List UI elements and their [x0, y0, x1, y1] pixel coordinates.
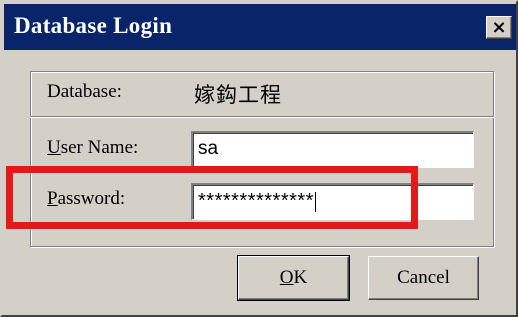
ok-accelerator: O — [279, 267, 294, 288]
database-login-dialog: Database Login × Database: 嫁鈎工程 User Nam… — [0, 0, 518, 317]
ok-label-text: K — [293, 267, 308, 288]
password-highlight-box — [6, 166, 418, 229]
cancel-button[interactable]: Cancel — [368, 256, 479, 300]
username-label-text: ser Name: — [60, 137, 139, 158]
username-field[interactable]: sa — [191, 131, 474, 168]
database-value: 嫁鈎工程 — [194, 83, 282, 107]
window-title: Database Login — [14, 13, 173, 38]
title-bar[interactable]: Database Login × — [4, 4, 516, 50]
close-icon: × — [491, 17, 507, 38]
database-label: Database: — [47, 81, 122, 102]
username-label: User Name: — [47, 137, 138, 159]
username-accelerator: U — [47, 137, 61, 158]
ok-button[interactable]: OK — [237, 255, 350, 301]
close-button[interactable]: × — [486, 16, 512, 39]
group-divider — [30, 116, 494, 118]
